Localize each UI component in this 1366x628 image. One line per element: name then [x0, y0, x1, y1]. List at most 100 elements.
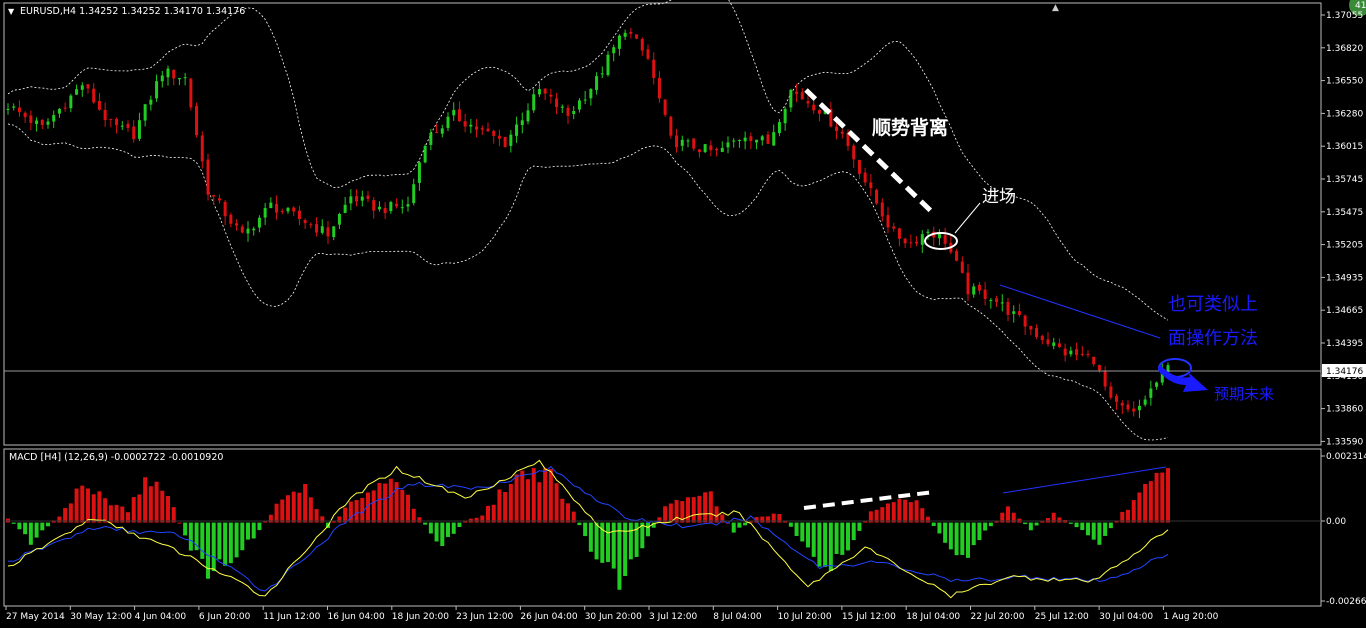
candle-body [1080, 353, 1084, 355]
macd-histogram-bar [931, 522, 936, 526]
macd-histogram-bar [811, 522, 816, 557]
candle-body [543, 88, 547, 94]
bollinger-bands [7, 0, 1169, 441]
candle-body [1012, 311, 1016, 314]
candle-body [257, 217, 261, 228]
price-label: 1.33590 [1326, 437, 1363, 447]
macd-histogram-bar [63, 508, 68, 523]
candle-body [503, 136, 507, 148]
candle-body [103, 109, 107, 121]
candle-body [903, 238, 907, 244]
chart-menu-arrow[interactable]: ▼ [8, 7, 15, 16]
macd-histogram-bar [891, 502, 896, 523]
macd-histogram-bar [34, 522, 39, 538]
macd-histogram-bar [503, 492, 508, 523]
candle-body [372, 200, 376, 211]
price-label: 1.34935 [1326, 273, 1363, 283]
macd-histogram-bar [880, 507, 885, 523]
candle-body [675, 135, 679, 148]
macd-histogram-bar [566, 503, 570, 523]
time-label: 23 Jun 12:00 [456, 612, 513, 622]
macd-histogram-bar [108, 505, 113, 523]
macd-histogram-bar [1148, 481, 1153, 523]
time-label: 3 Jul 12:00 [649, 612, 698, 622]
candle-body [315, 224, 319, 233]
macd-histogram-bar [1046, 518, 1050, 523]
candle-body [383, 208, 387, 213]
candle-body [589, 89, 593, 99]
candle-body [886, 215, 890, 228]
macd-histogram-bar [1097, 522, 1102, 545]
macd-histogram-bar [703, 492, 708, 523]
time-label: 27 May 2014 [6, 612, 65, 622]
macd-histogram-bar [846, 522, 850, 551]
candle-body [857, 160, 861, 174]
macd-histogram-bar [543, 468, 548, 523]
annotation-trend-divergence: 顺势背离 [872, 116, 948, 139]
macd-histogram-bar [428, 522, 433, 534]
candle-body [457, 109, 461, 122]
candle-body [937, 233, 941, 239]
candle-body [86, 84, 90, 89]
time-label: 10 Jul 20:00 [778, 612, 832, 622]
macd-histogram-bar [17, 522, 22, 530]
main-chart-frame [3, 2, 1322, 446]
candle-body [149, 99, 153, 105]
candle-body [1057, 343, 1061, 348]
candle-body [200, 135, 204, 162]
candle-body [263, 208, 267, 218]
candle-body [395, 203, 399, 207]
macd-histogram-bar [57, 516, 62, 523]
candle-body [1029, 326, 1033, 330]
macd-histogram-bar [1057, 517, 1062, 523]
candle-body [337, 213, 341, 225]
candle-body [875, 189, 879, 204]
candle-body [612, 47, 616, 54]
candle-body [943, 235, 947, 244]
candle-body [737, 140, 741, 142]
candle-body [1109, 386, 1113, 398]
current-price-label: 1.34176 [1326, 367, 1363, 377]
candle-body [92, 88, 96, 103]
candle-body [537, 89, 541, 95]
time-label: 6 Jun 20:00 [199, 612, 251, 622]
candle-body [1097, 365, 1101, 371]
macd-histogram-bar [228, 522, 233, 564]
candle-body [406, 204, 410, 207]
macd-histogram-bar [971, 522, 976, 546]
macd-histogram-bar [120, 506, 125, 523]
candle-body [577, 100, 581, 110]
candle-body [989, 300, 993, 302]
macd-histogram-bar [743, 522, 748, 526]
candle-body [320, 226, 324, 233]
candle-body [223, 201, 227, 217]
macd-histogram-bar [594, 522, 599, 560]
candle-body [1023, 315, 1027, 327]
candle-body [715, 148, 719, 151]
candle-body [640, 39, 644, 51]
candle-body [1132, 408, 1136, 412]
candle-body [680, 139, 684, 146]
trading-chart[interactable]: ▼ EURUSD,H4 1.34252 1.34252 1.34170 1.34… [0, 0, 1366, 628]
macd-histogram-bar [577, 522, 582, 526]
candle-body [435, 132, 439, 134]
macd-histogram-bar [646, 522, 650, 537]
macd-histogram-bar [211, 522, 216, 572]
scroll-up-arrow[interactable]: ▲ [1052, 3, 1059, 13]
candle-body [1017, 311, 1021, 315]
macd-histogram-bar [480, 515, 485, 523]
candle-body [377, 206, 381, 210]
time-axis: 27 May 2014 30 May 12:00 4 Jun 04:00 6 Jun … [5, 606, 1219, 622]
time-label: 15 Jul 12:00 [842, 612, 896, 622]
candle-body [195, 105, 199, 136]
symbol-header: EURUSD,H4 1.34252 1.34252 1.34170 1.3417… [20, 6, 245, 17]
macd-histogram-bar [914, 500, 919, 523]
macd-histogram-bar [171, 507, 176, 523]
expected-arrow [1158, 365, 1208, 392]
candle-body [749, 136, 753, 141]
macd-axis-label: 0.0023144 [1326, 452, 1366, 462]
candle-body [63, 107, 67, 109]
price-label: 1.35205 [1326, 241, 1363, 251]
candle-body [109, 119, 113, 121]
candle-body [697, 149, 701, 153]
